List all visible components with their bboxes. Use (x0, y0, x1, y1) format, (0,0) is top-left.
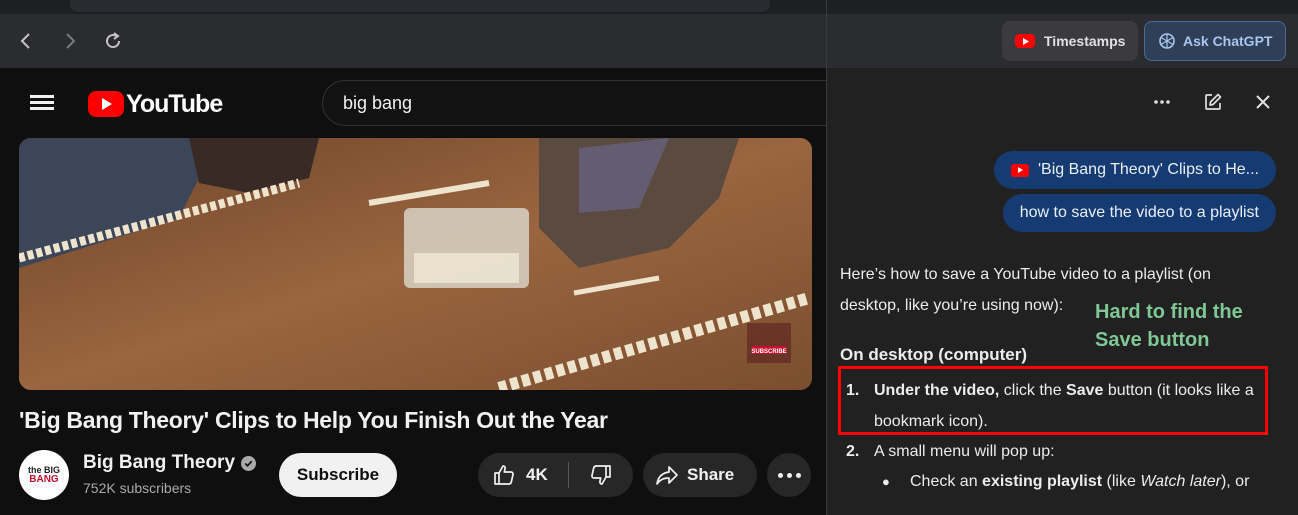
menu-icon-line (30, 101, 54, 104)
new-chat-button[interactable] (1201, 90, 1225, 114)
share-arrow-icon (656, 466, 678, 485)
ellipsis-icon (1154, 100, 1170, 104)
annotation-highlight-box (838, 366, 1268, 435)
youtube-icon (1010, 163, 1029, 177)
youtube-icon (1015, 34, 1035, 48)
like-count: 4K (526, 465, 548, 484)
ask-chatgpt-button[interactable]: Ask ChatGPT (1144, 21, 1286, 61)
channel-name-row: Big Bang Theory (83, 452, 257, 474)
reload-button[interactable] (98, 26, 128, 56)
dislike-button[interactable] (569, 453, 633, 497)
browser-tab-strip (0, 0, 826, 14)
more-dot (795, 472, 801, 478)
answer-step: 2. A small menu will pop up: (846, 436, 1271, 467)
bullet-text: Check an existing playlist (like Watch l… (910, 466, 1249, 497)
video-pill-text: 'Big Bang Theory' Clips to He... (1037, 161, 1259, 178)
bullet-plain-text: ), or (1220, 473, 1250, 490)
menu-icon-line (30, 107, 54, 110)
close-panel-button[interactable] (1251, 90, 1275, 114)
more-actions-button[interactable] (767, 453, 811, 497)
video-player[interactable]: SUBSCRIBE (19, 138, 812, 390)
more-dot (786, 472, 792, 478)
bullet-plain-text: Check an (910, 473, 983, 490)
share-label: Share (687, 465, 735, 484)
thumbs-down-icon (591, 465, 611, 485)
timestamps-label: Timestamps (1044, 33, 1126, 49)
channel-avatar[interactable]: the BIG BANG (19, 450, 69, 500)
subscribe-badge: SUBSCRIBE (751, 349, 786, 355)
extension-header: Timestamps Ask ChatGPT (826, 0, 1298, 68)
answer-heading: On desktop (computer) (840, 345, 1028, 364)
edit-icon (1205, 93, 1222, 110)
chevron-right-icon (66, 33, 76, 49)
chat-side-panel: 'Big Bang Theory' Clips to He... how to … (826, 68, 1298, 515)
youtube-page: YouTube big bang SUBSCRIBE 'Big Bang The… (0, 68, 826, 515)
channel-name[interactable]: Big Bang Theory (83, 452, 235, 474)
chatgpt-logo-icon (1159, 33, 1175, 49)
answer-bullet: ● Check an existing playlist (like Watch… (882, 466, 1274, 497)
like-button[interactable]: 4K (478, 453, 568, 497)
share-button[interactable]: Share (643, 453, 757, 497)
youtube-logo[interactable]: YouTube (88, 89, 223, 119)
bullet-dot: ● (882, 474, 890, 489)
timestamps-button[interactable]: Timestamps (1002, 21, 1138, 61)
subscriber-count: 752K subscribers (83, 480, 192, 496)
close-icon (1256, 95, 1270, 109)
verified-check-icon (241, 455, 257, 471)
user-message-video: 'Big Bang Theory' Clips to He... (993, 151, 1276, 189)
more-dots-icon (777, 472, 783, 478)
video-title: 'Big Bang Theory' Clips to Help You Fini… (19, 407, 608, 433)
bullet-italic-text: Watch later (1140, 473, 1221, 490)
step-text: A small menu will pop up: (874, 443, 1055, 460)
video-frame: SUBSCRIBE (19, 138, 812, 390)
browser-nav-bar (0, 14, 826, 68)
youtube-play-icon (88, 91, 124, 117)
forward-button[interactable] (55, 26, 85, 56)
thumbs-up-icon (494, 465, 514, 485)
youtube-logo-text: YouTube (126, 89, 223, 118)
annotation-note: Hard to find the Save button (1095, 301, 1243, 351)
hamburger-menu-button[interactable] (30, 92, 58, 116)
panel-more-button[interactable] (1150, 90, 1174, 114)
bullet-bold-text: existing playlist (982, 473, 1103, 490)
avatar-text-line2: BANG (29, 473, 59, 485)
user-message-question: how to save the video to a playlist (1002, 194, 1276, 232)
search-input[interactable]: big bang (322, 80, 826, 126)
bullet-plain-text: (like (1102, 473, 1141, 490)
reload-icon (106, 32, 121, 49)
ask-chatgpt-label: Ask ChatGPT (1183, 33, 1273, 49)
extension-toolbar: Timestamps Ask ChatGPT (827, 14, 1298, 68)
back-button[interactable] (11, 26, 41, 56)
subscribe-button[interactable]: Subscribe (279, 453, 397, 497)
browser-tab[interactable] (70, 0, 770, 12)
menu-icon (30, 95, 54, 98)
like-dislike-group: 4K (478, 453, 633, 497)
step-number: 2. (846, 443, 860, 460)
chevron-left-icon (20, 33, 30, 49)
